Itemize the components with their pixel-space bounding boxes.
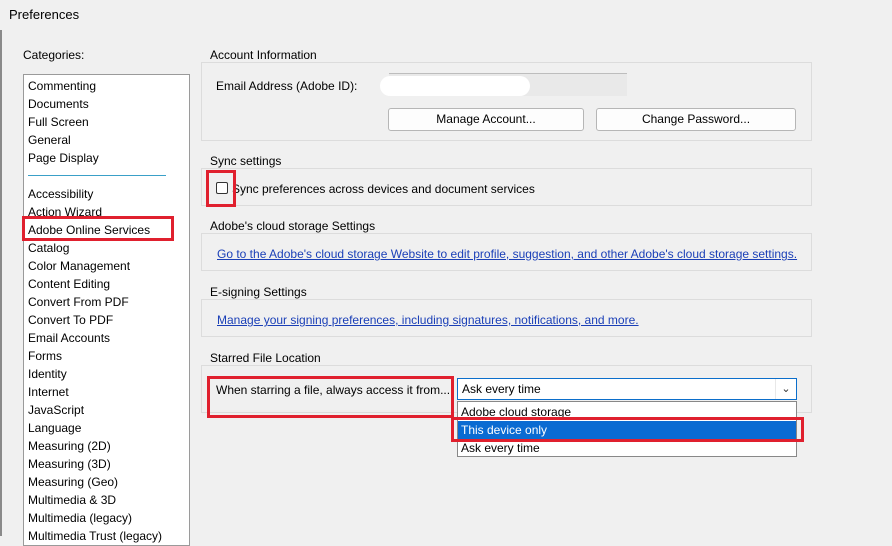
highlight-this-device-option: [451, 417, 804, 442]
category-commenting[interactable]: Commenting: [28, 77, 96, 95]
categories-label: Categories:: [23, 48, 85, 62]
highlight-starred-label: [207, 376, 454, 418]
category-color-management[interactable]: Color Management: [28, 257, 130, 275]
window-edge: [0, 0, 2, 536]
categories-list[interactable]: Commenting Documents Full Screen General…: [23, 74, 190, 546]
sync-checkbox-label: Sync preferences across devices and docu…: [232, 182, 535, 196]
category-measuring-2d[interactable]: Measuring (2D): [28, 437, 111, 455]
signing-preferences-link[interactable]: Manage your signing preferences, includi…: [217, 313, 639, 327]
account-group-label: Account Information: [210, 48, 317, 62]
category-internet[interactable]: Internet: [28, 383, 69, 401]
starred-select-value: Ask every time: [462, 382, 541, 396]
chevron-down-icon[interactable]: ⌄: [775, 379, 796, 399]
highlight-selected-category: [22, 216, 174, 241]
email-redaction-mark: [380, 76, 530, 96]
esign-group-label: E-signing Settings: [210, 285, 307, 299]
category-content-editing[interactable]: Content Editing: [28, 275, 110, 293]
starred-location-select[interactable]: Ask every time ⌄: [457, 378, 797, 400]
category-forms[interactable]: Forms: [28, 347, 62, 365]
sync-group-label: Sync settings: [210, 154, 282, 168]
category-email-accounts[interactable]: Email Accounts: [28, 329, 110, 347]
category-accessibility[interactable]: Accessibility: [28, 185, 93, 203]
starred-group-label: Starred File Location: [210, 351, 321, 365]
category-full-screen[interactable]: Full Screen: [28, 113, 89, 131]
category-separator: [28, 175, 166, 176]
category-multimedia-3d[interactable]: Multimedia & 3D: [28, 491, 116, 509]
window-title: Preferences: [9, 7, 80, 22]
category-convert-to-pdf[interactable]: Convert To PDF: [28, 311, 113, 329]
category-page-display[interactable]: Page Display: [28, 149, 99, 167]
category-measuring-3d[interactable]: Measuring (3D): [28, 455, 111, 473]
category-general[interactable]: General: [28, 131, 71, 149]
category-catalog[interactable]: Catalog: [28, 239, 69, 257]
manage-account-button[interactable]: Manage Account...: [388, 108, 584, 131]
category-documents[interactable]: Documents: [28, 95, 89, 113]
highlight-sync-checkbox: [206, 170, 236, 207]
category-multimedia-legacy[interactable]: Multimedia (legacy): [28, 509, 132, 527]
change-password-button[interactable]: Change Password...: [596, 108, 796, 131]
email-label: Email Address (Adobe ID):: [216, 79, 358, 93]
category-javascript[interactable]: JavaScript: [28, 401, 84, 419]
category-multimedia-trust-legacy[interactable]: Multimedia Trust (legacy): [28, 527, 162, 545]
category-measuring-geo[interactable]: Measuring (Geo): [28, 473, 118, 491]
title-bar: Preferences: [0, 0, 892, 30]
category-identity[interactable]: Identity: [28, 365, 67, 383]
cloud-storage-link[interactable]: Go to the Adobe's cloud storage Website …: [217, 247, 797, 261]
category-convert-from-pdf[interactable]: Convert From PDF: [28, 293, 129, 311]
cloud-group-label: Adobe's cloud storage Settings: [210, 219, 376, 233]
category-language[interactable]: Language: [28, 419, 81, 437]
